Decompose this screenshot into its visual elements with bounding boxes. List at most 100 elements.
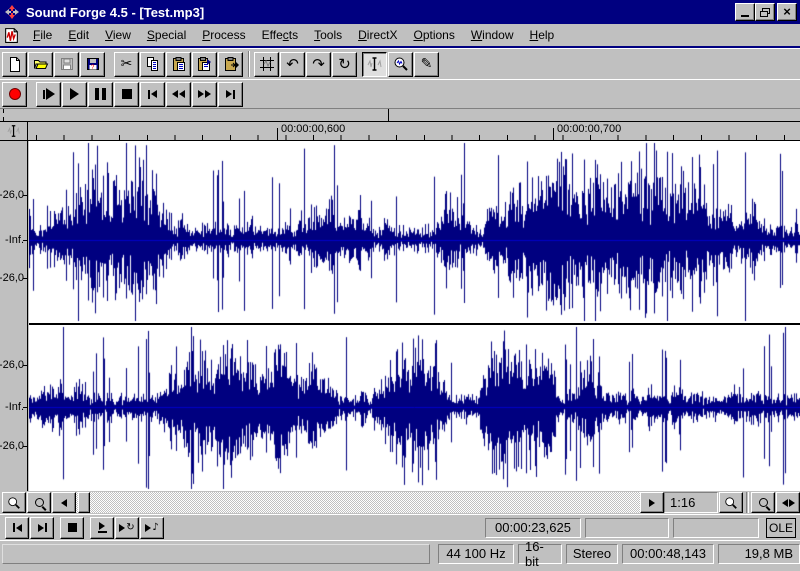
menu-item-tools[interactable]: Tools [307, 25, 349, 45]
trim-crop-icon [259, 56, 275, 72]
menu-item-special[interactable]: Special [140, 25, 193, 45]
overview-position-marker[interactable] [388, 109, 389, 121]
playbar-play-plugins-button[interactable]: ↻ [115, 517, 139, 539]
db-label: -Inf. [5, 234, 24, 246]
magnifier-icon [759, 498, 768, 507]
play-button[interactable] [62, 82, 87, 107]
undo-button[interactable]: ↶ [280, 52, 305, 77]
close-icon: × [783, 6, 791, 18]
title-bar[interactable]: Sound Forge 4.5 - [Test.mp3] × [0, 0, 800, 24]
magnify-tool-button[interactable] [388, 52, 413, 77]
ole-drag-source[interactable]: OLE [766, 518, 796, 538]
cut-button[interactable]: ✂ [114, 52, 139, 77]
pause-button[interactable] [88, 82, 113, 107]
repeat-button[interactable]: ↻ [332, 52, 357, 77]
zoom-in-button[interactable] [27, 492, 51, 513]
go-to-end-icon [38, 523, 47, 532]
play-plugins-icon: ↻ [119, 523, 134, 533]
status-sample-rate: 44 100 Hz [438, 544, 514, 564]
forward-button[interactable] [192, 82, 217, 107]
paste-to-new-button[interactable] [218, 52, 243, 77]
window-title: Sound Forge 4.5 - [Test.mp3] [26, 5, 204, 20]
open-button[interactable] [28, 52, 53, 77]
minimize-icon [741, 15, 749, 17]
play-device-icon: ♪ [145, 523, 158, 533]
edit-tool-button[interactable] [362, 52, 387, 77]
playbar-empty-panel [673, 518, 759, 538]
paste-special-button[interactable] [192, 52, 217, 77]
menu-item-help[interactable]: Help [523, 25, 562, 45]
rewind-button[interactable] [166, 82, 191, 107]
magnify-icon [393, 56, 409, 72]
status-bar: 44 100 Hz 16-bit Stereo 00:00:48,143 19,… [0, 540, 800, 566]
ruler-major-tick [277, 128, 278, 140]
scissors-icon: ✂ [121, 57, 133, 71]
menu-item-edit[interactable]: Edit [61, 25, 96, 45]
trim-button[interactable] [254, 52, 279, 77]
go-to-start-button[interactable] [140, 82, 165, 107]
zoom-normal-button[interactable] [719, 492, 743, 513]
save-as-button[interactable] [80, 52, 105, 77]
go-to-end-button[interactable] [218, 82, 243, 107]
time-ruler-row: 00:00:00,600 00:00:00,700 [0, 122, 800, 141]
playbar-go-start-button[interactable] [5, 517, 29, 539]
waveform-left-channel[interactable] [29, 141, 800, 323]
save-floppy-icon [59, 56, 75, 72]
record-button[interactable] [2, 82, 27, 107]
repeat-icon: ↻ [338, 57, 351, 72]
status-free-space: 19,8 MB [718, 544, 800, 564]
menu-item-directx[interactable]: DirectX [351, 25, 404, 45]
overview-range-end-mark [3, 117, 4, 121]
scrollbar-thumb[interactable] [78, 492, 90, 513]
magnifier-icon [724, 496, 738, 510]
open-folder-icon [33, 56, 49, 72]
playbar-play-device-button[interactable]: ♪ [140, 517, 164, 539]
zoom-out-button[interactable] [2, 492, 26, 513]
horizontal-arrows-icon [782, 499, 795, 507]
go-to-end-icon [226, 90, 235, 99]
pencil-tool-button[interactable]: ✎ [414, 52, 439, 77]
window-bottom-edge [0, 566, 800, 571]
level-ruler-gutter[interactable]: -26,0 -Inf. -26,0 -26,0 -Inf. -26,0 [0, 141, 28, 491]
copy-button[interactable] [140, 52, 165, 77]
play-all-button[interactable] [36, 82, 61, 107]
minimize-button[interactable] [735, 3, 755, 21]
zoom-ratio-display[interactable]: 1:16 [664, 492, 718, 513]
redo-button[interactable]: ↷ [306, 52, 331, 77]
waveform-right-channel[interactable] [29, 325, 800, 491]
menu-item-view[interactable]: View [98, 25, 138, 45]
menu-item-options[interactable]: Options [406, 25, 461, 45]
forward-icon [198, 90, 211, 98]
standard-toolbar: ✂ ↶ ↷ ↻ ✎ [0, 48, 800, 79]
arrow-left-icon [61, 499, 67, 507]
menu-item-window[interactable]: Window [464, 25, 521, 45]
app-icon[interactable] [4, 4, 20, 20]
playbar-empty-panel [585, 518, 669, 538]
paste-button[interactable] [166, 52, 191, 77]
close-button[interactable]: × [777, 3, 797, 21]
overview-bar[interactable] [0, 109, 800, 122]
document-icon[interactable] [3, 27, 20, 44]
playbar-go-end-button[interactable] [30, 517, 54, 539]
restore-button[interactable] [755, 3, 775, 21]
save-button[interactable] [54, 52, 79, 77]
zoom-horizontal-button[interactable] [776, 492, 800, 513]
menu-item-effects[interactable]: Effects [255, 25, 305, 45]
scroll-right-button[interactable] [640, 492, 664, 513]
overview-range-start-mark [3, 109, 4, 113]
db-label: -26,0 [0, 272, 24, 284]
stop-button[interactable] [114, 82, 139, 107]
ruler-minor-ticks[interactable] [29, 135, 800, 140]
playbar-play-normal-button[interactable] [90, 517, 114, 539]
menu-item-process[interactable]: Process [195, 25, 252, 45]
edit-tool-selector[interactable] [0, 122, 28, 140]
zoom-selection-button[interactable] [751, 492, 775, 513]
record-icon [9, 88, 21, 100]
menu-item-file[interactable]: File [26, 25, 59, 45]
waveform-display[interactable] [29, 141, 800, 491]
new-button[interactable] [2, 52, 27, 77]
playbar-stop-button[interactable] [60, 517, 84, 539]
scroll-left-button[interactable] [52, 492, 76, 513]
toolbar-separator [746, 492, 749, 513]
horizontal-scrollbar-track[interactable] [76, 492, 640, 513]
